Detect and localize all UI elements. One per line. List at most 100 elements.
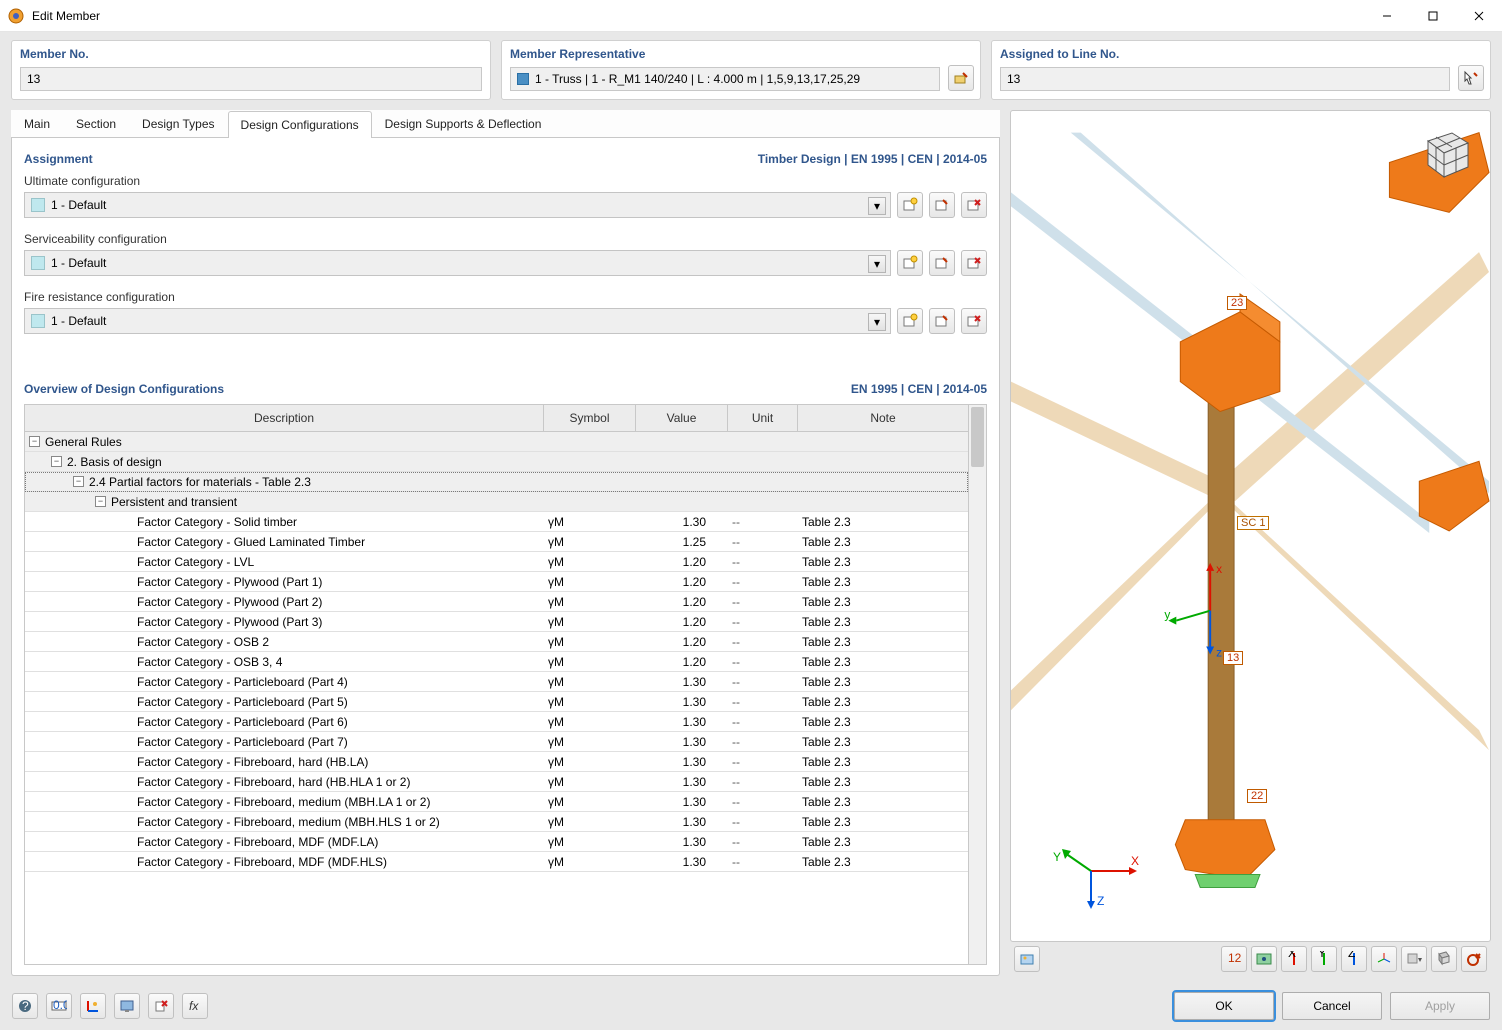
col-unit[interactable]: Unit [728, 405, 798, 431]
table-row[interactable]: Factor Category - Plywood (Part 1)γM1.20… [25, 572, 968, 592]
serviceability-config-select[interactable]: 1 - Default ▾ [24, 250, 891, 276]
ok-button[interactable]: OK [1174, 992, 1274, 1020]
tab-design-supports-deflection[interactable]: Design Supports & Deflection [372, 110, 555, 137]
config-delete-button[interactable] [961, 192, 987, 218]
member-no-input[interactable]: 13 [20, 67, 482, 91]
assigned-line-input[interactable]: 13 [1000, 67, 1450, 91]
member-representative-value: 1 - Truss | 1 - R_M1 140/240 | L : 4.000… [535, 72, 860, 86]
view-dropdown-2[interactable] [1431, 946, 1457, 972]
display-button[interactable] [114, 993, 140, 1019]
member-representative-input[interactable]: 1 - Truss | 1 - R_M1 140/240 | L : 4.000… [510, 67, 940, 91]
table-row[interactable]: Factor Category - Fibreboard, medium (MB… [25, 792, 968, 812]
svg-text:z: z [1216, 645, 1222, 659]
table-row[interactable]: Factor Category - Particleboard (Part 4)… [25, 672, 968, 692]
config-delete-button[interactable] [961, 308, 987, 334]
table-row[interactable]: Factor Category - Plywood (Part 2)γM1.20… [25, 592, 968, 612]
view-numbers-button[interactable]: 123 [1221, 946, 1247, 972]
minimize-button[interactable] [1364, 0, 1410, 32]
apply-button[interactable]: Apply [1390, 992, 1490, 1020]
help-button[interactable]: ? [12, 993, 38, 1019]
config-edit-button[interactable] [929, 192, 955, 218]
table-row[interactable]: Factor Category - Fibreboard, hard (HB.L… [25, 752, 968, 772]
table-row[interactable]: Factor Category - Particleboard (Part 6)… [25, 712, 968, 732]
table-row[interactable]: Factor Category - Particleboard (Part 5)… [25, 692, 968, 712]
table-group-row[interactable]: −2.4 Partial factors for materials - Tab… [25, 472, 968, 492]
node-label-22: 22 [1247, 789, 1267, 803]
row-note: Table 2.3 [798, 655, 968, 669]
table-group-row[interactable]: −General Rules [25, 432, 968, 452]
chevron-down-icon[interactable]: ▾ [868, 197, 886, 215]
table-group-row[interactable]: −2. Basis of design [25, 452, 968, 472]
clear-button[interactable] [148, 993, 174, 1019]
table-row[interactable]: Factor Category - Fibreboard, MDF (MDF.L… [25, 832, 968, 852]
table-group-row[interactable]: −Persistent and transient [25, 492, 968, 512]
row-note: Table 2.3 [798, 535, 968, 549]
row-symbol: γM [544, 535, 636, 549]
tab-section[interactable]: Section [63, 110, 129, 137]
chevron-down-icon[interactable]: ▾ [868, 255, 886, 273]
collapse-icon[interactable]: − [51, 456, 62, 467]
3d-view[interactable]: x y z 23 SC 1 13 22 [1010, 110, 1491, 942]
member-info-button[interactable] [80, 993, 106, 1019]
view-y-button[interactable]: Y [1311, 946, 1337, 972]
units-button[interactable]: 0.00 [46, 993, 72, 1019]
table-row[interactable]: Factor Category - Fibreboard, medium (MB… [25, 812, 968, 832]
config-delete-button[interactable] [961, 250, 987, 276]
col-note[interactable]: Note [798, 405, 968, 431]
svg-text:X: X [1288, 951, 1296, 960]
row-value: 1.30 [636, 735, 728, 749]
row-description: Factor Category - Solid timber [137, 515, 297, 529]
collapse-icon[interactable]: − [29, 436, 40, 447]
maximize-button[interactable] [1410, 0, 1456, 32]
ultimate-config-select[interactable]: 1 - Default ▾ [24, 192, 891, 218]
row-description: Factor Category - Fibreboard, medium (MB… [137, 815, 440, 829]
table-row[interactable]: Factor Category - Particleboard (Part 7)… [25, 732, 968, 752]
col-value[interactable]: Value [636, 405, 728, 431]
col-description[interactable]: Description [25, 405, 544, 431]
member-no-panel: Member No. 13 [11, 40, 491, 100]
chevron-down-icon[interactable]: ▾ [868, 313, 886, 331]
table-row[interactable]: Factor Category - Solid timberγM1.30--Ta… [25, 512, 968, 532]
view-render-mode-button[interactable] [1014, 946, 1040, 972]
view-z-button[interactable]: Z [1341, 946, 1367, 972]
table-row[interactable]: Factor Category - Fibreboard, MDF (MDF.H… [25, 852, 968, 872]
row-symbol: γM [544, 795, 636, 809]
config-color-swatch [31, 256, 45, 270]
config-new-button[interactable] [897, 250, 923, 276]
navigation-cube[interactable] [1412, 121, 1476, 185]
member-label-13: 13 [1223, 651, 1243, 665]
collapse-icon[interactable]: − [73, 476, 84, 487]
tab-design-configurations[interactable]: Design Configurations [228, 111, 372, 138]
row-value: 1.30 [636, 715, 728, 729]
table-row[interactable]: Factor Category - Glued Laminated Timber… [25, 532, 968, 552]
config-edit-button[interactable] [929, 250, 955, 276]
config-new-button[interactable] [897, 192, 923, 218]
collapse-icon[interactable]: − [95, 496, 106, 507]
member-representative-edit-button[interactable] [948, 65, 974, 91]
view-display-button[interactable] [1251, 946, 1277, 972]
scrollbar-thumb[interactable] [971, 407, 984, 467]
config-edit-button[interactable] [929, 308, 955, 334]
cancel-button[interactable]: Cancel [1282, 992, 1382, 1020]
view-axo-button[interactable] [1371, 946, 1397, 972]
row-note: Table 2.3 [798, 695, 968, 709]
tab-main[interactable]: Main [11, 110, 63, 137]
vertical-scrollbar[interactable] [968, 405, 986, 964]
table-row[interactable]: Factor Category - Fibreboard, hard (HB.H… [25, 772, 968, 792]
table-row[interactable]: Factor Category - OSB 2γM1.20--Table 2.3 [25, 632, 968, 652]
view-x-button[interactable]: X [1281, 946, 1307, 972]
close-button[interactable] [1456, 0, 1502, 32]
fire-config-select[interactable]: 1 - Default ▾ [24, 308, 891, 334]
function-button[interactable]: fx [182, 993, 208, 1019]
view-reset-button[interactable] [1461, 946, 1487, 972]
row-unit: -- [728, 555, 798, 569]
config-new-button[interactable] [897, 308, 923, 334]
table-row[interactable]: Factor Category - OSB 3, 4γM1.20--Table … [25, 652, 968, 672]
col-symbol[interactable]: Symbol [544, 405, 636, 431]
table-row[interactable]: Factor Category - LVLγM1.20--Table 2.3 [25, 552, 968, 572]
assigned-line-pick-button[interactable] [1458, 65, 1484, 91]
view-dropdown-1[interactable] [1401, 946, 1427, 972]
table-row[interactable]: Factor Category - Plywood (Part 3)γM1.20… [25, 612, 968, 632]
sc-label: SC 1 [1237, 516, 1269, 530]
tab-design-types[interactable]: Design Types [129, 110, 228, 137]
